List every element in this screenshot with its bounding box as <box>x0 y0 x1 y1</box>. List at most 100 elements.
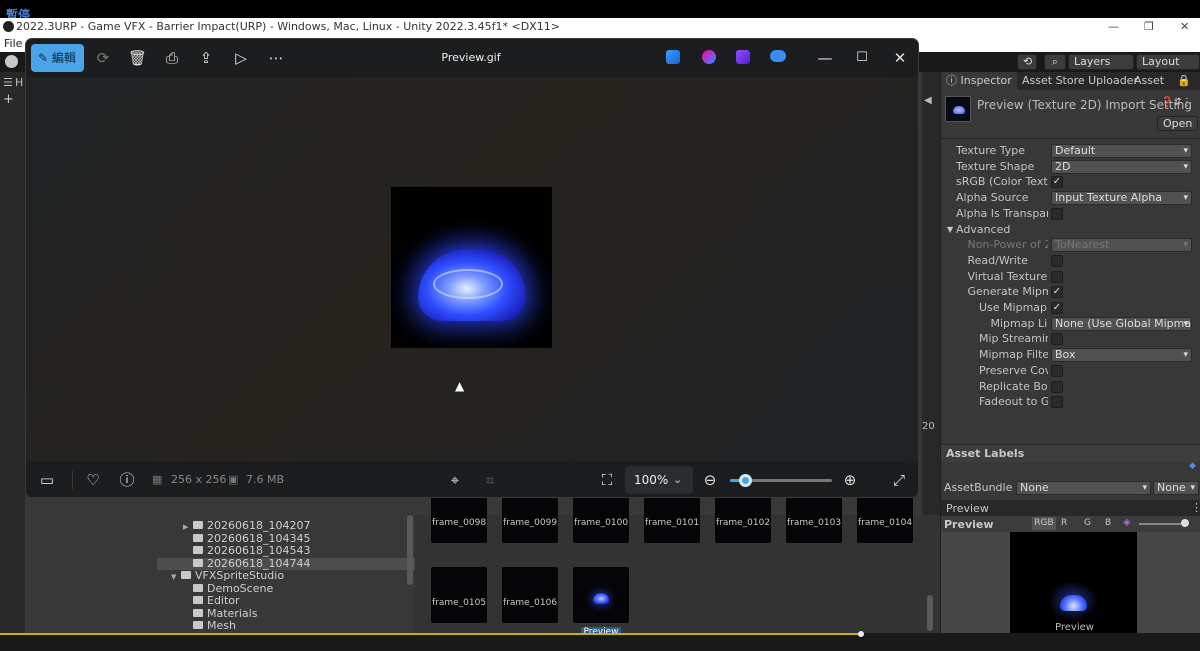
fullscreen-icon[interactable]: ⤢ <box>890 471 908 489</box>
rotate-icon[interactable]: ⟳ <box>94 49 112 67</box>
tree-item[interactable]: Mesh <box>157 619 415 633</box>
onedrive-icon[interactable] <box>770 50 786 62</box>
tab-asset[interactable]: Asset S <box>1129 72 1173 90</box>
edit-label: 編輯 <box>51 51 76 65</box>
menu-file[interactable]: File <box>4 36 22 52</box>
tree-item[interactable]: Materials <box>157 607 415 621</box>
folder-icon <box>193 558 203 567</box>
asset-name: frame_0098 <box>431 518 487 528</box>
zoom-in-icon[interactable]: ⊕ <box>841 471 859 489</box>
timeline-handle[interactable] <box>858 631 864 637</box>
window-title: 2022.3URP - Game VFX - Barrier Impact(UR… <box>16 20 560 33</box>
field-checkbox[interactable] <box>1051 364 1063 377</box>
restore-icon[interactable]: ❐ <box>1144 18 1154 36</box>
field-checkbox[interactable]: ✓ <box>1051 302 1063 314</box>
chevron-down-icon: ⌄ <box>673 473 683 486</box>
slideshow-icon[interactable]: ▷ <box>232 49 250 67</box>
tree-scrollbar[interactable] <box>407 515 413 585</box>
tab-inspector[interactable]: ⓘ Inspector <box>941 72 1017 90</box>
tree-item[interactable]: DemoScene <box>157 582 415 596</box>
status-bar <box>0 631 1200 651</box>
assetbundle-row: AssetBundle None None <box>941 480 1200 496</box>
tree-item[interactable]: ▼ VFXSpriteStudio <box>157 569 415 583</box>
channel-rgb-button[interactable]: RGB <box>1032 517 1056 530</box>
field-row: Alpha Is Transparenc <box>941 206 1200 222</box>
account-icon[interactable] <box>5 55 18 68</box>
filmstrip-icon[interactable]: ▭ <box>38 471 56 489</box>
field-dropdown[interactable]: Box <box>1051 348 1192 363</box>
field-checkbox[interactable]: ✓ <box>1051 176 1063 189</box>
help-icon[interactable]: ❓⇵⋮ <box>1161 97 1192 108</box>
text-detect-icon[interactable]: ⌗ <box>481 471 499 489</box>
field-checkbox[interactable] <box>1051 380 1063 393</box>
tree-item-label: Mesh <box>207 619 236 632</box>
unity-title-bar: 2022.3URP - Game VFX - Barrier Impact(UR… <box>0 18 1200 36</box>
assetbundle-variant-dropdown[interactable]: None <box>1153 481 1199 495</box>
field-dropdown[interactable]: ToNearest <box>1051 238 1192 253</box>
field-checkbox[interactable] <box>1051 396 1063 409</box>
preview-image[interactable] <box>391 187 552 348</box>
channel-r-button[interactable]: R <box>1061 518 1067 528</box>
field-dropdown[interactable]: None (Use Global Mipmap Li <box>1051 316 1192 331</box>
field-dropdown[interactable]: Input Texture Alpha <box>1051 191 1192 206</box>
field-dropdown[interactable]: Default <box>1051 144 1192 158</box>
open-button[interactable]: Open <box>1157 116 1199 131</box>
photos-app-icon[interactable] <box>666 50 680 64</box>
clipchamp-icon[interactable] <box>736 50 750 64</box>
print-icon[interactable]: ⎙ <box>163 49 181 67</box>
field-label: Use Mipmap Lin <box>979 301 1048 314</box>
grid-scrollbar[interactable] <box>927 595 933 631</box>
maximize-window-icon[interactable]: ☐ <box>853 49 871 67</box>
delete-icon[interactable]: 🗑 <box>128 49 147 67</box>
add-icon[interactable]: + <box>3 92 14 107</box>
tab-asset-store-uploader[interactable]: Asset Store Uploader <box>1017 72 1143 90</box>
field-checkbox[interactable] <box>1051 254 1063 267</box>
close-window-icon[interactable]: ✕ <box>891 49 909 67</box>
copilot-icon[interactable] <box>702 50 716 64</box>
asset-thumbnail[interactable] <box>431 567 487 623</box>
field-checkbox[interactable]: ✓ <box>1051 286 1063 299</box>
field-label[interactable]: Advanced <box>956 222 1010 238</box>
more-icon[interactable]: ⋯ <box>267 49 285 67</box>
hierarchy-tab[interactable]: H <box>15 76 23 89</box>
field-checkbox[interactable] <box>1051 333 1063 346</box>
info-icon[interactable]: ⓘ <box>118 471 136 489</box>
mip-slider[interactable] <box>1139 523 1183 525</box>
field-checkbox[interactable] <box>1051 207 1063 220</box>
visual-search-icon[interactable]: ⌖ <box>446 471 464 489</box>
layout-dropdown[interactable]: Layout <box>1136 54 1200 70</box>
minimize-icon[interactable]: — <box>1108 18 1119 36</box>
search-icon[interactable]: ⌕ <box>1044 54 1066 70</box>
asset-name: frame_0102 <box>715 518 771 528</box>
share-icon[interactable]: ⇪ <box>197 49 215 67</box>
asset-thumbnail[interactable] <box>502 567 558 623</box>
zoom-dropdown[interactable]: 100% ⌄ <box>625 466 693 494</box>
lock-icon[interactable]: 🔒 <box>1177 74 1191 87</box>
timeline-progress <box>0 633 860 635</box>
edit-button[interactable]: ✎ 編輯 <box>31 44 84 72</box>
field-checkbox[interactable] <box>1051 270 1063 283</box>
asset-thumbnail[interactable] <box>573 567 629 623</box>
assetbundle-dropdown[interactable]: None <box>1016 481 1151 495</box>
foldout-arrow-icon[interactable]: ▼ <box>947 222 953 238</box>
favorite-icon[interactable]: ♡ <box>84 471 102 489</box>
hierarchy-menu-icon[interactable]: ☰ <box>3 76 13 89</box>
mip-icon[interactable]: ◈ <box>1123 517 1131 528</box>
layers-dropdown[interactable]: Layers <box>1068 54 1134 70</box>
preview-menu-icon[interactable]: ⋮ <box>1191 501 1200 514</box>
fit-screen-icon[interactable]: ⛶ <box>598 471 616 489</box>
field-row: Advanced ▼ <box>941 222 1200 238</box>
tree-item[interactable]: Editor <box>157 594 415 608</box>
field-dropdown[interactable]: 2D <box>1051 159 1192 174</box>
zoom-out-icon[interactable]: ⊖ <box>701 471 719 489</box>
channel-b-button[interactable]: B <box>1105 518 1111 528</box>
zoom-slider-handle[interactable] <box>739 474 753 487</box>
preview-tab[interactable]: Preview <box>946 502 989 515</box>
mip-slider-handle[interactable] <box>1181 519 1189 527</box>
close-icon[interactable]: ✕ <box>1180 18 1189 36</box>
history-icon[interactable]: ⟲ <box>1017 54 1037 70</box>
file-name: Preview.gif <box>441 51 501 64</box>
channel-g-button[interactable]: G <box>1084 518 1091 528</box>
minimize-window-icon[interactable]: — <box>816 49 834 67</box>
tag-icon[interactable]: ◆ <box>1189 461 1196 471</box>
